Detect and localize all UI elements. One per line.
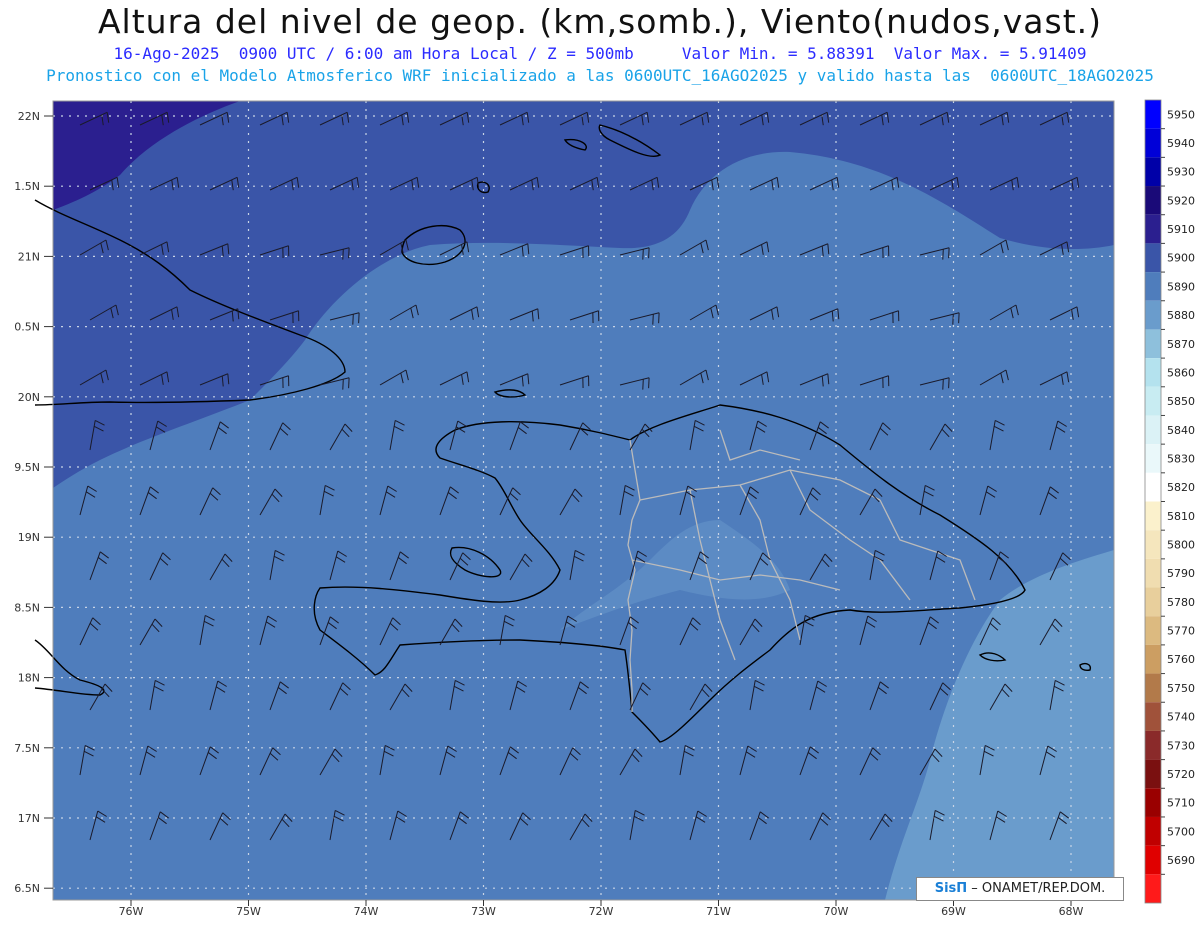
lat-label: 6.5N xyxy=(14,882,40,895)
colorbar-label: 5880 xyxy=(1167,309,1195,322)
lon-label: 69W xyxy=(941,905,966,918)
lat-label: 19N xyxy=(18,531,40,544)
colorbar-swatch xyxy=(1145,472,1161,502)
colorbar-label: 5750 xyxy=(1167,682,1195,695)
colorbar-swatch xyxy=(1145,300,1161,330)
colorbar-swatch xyxy=(1145,816,1161,846)
colorbar-label: 5800 xyxy=(1167,539,1195,552)
colorbar-swatch xyxy=(1145,587,1161,617)
colorbar-swatch xyxy=(1145,415,1161,445)
colorbar-swatch xyxy=(1145,444,1161,473)
colorbar-label: 5760 xyxy=(1167,653,1195,666)
colorbar-swatch xyxy=(1145,329,1161,359)
geopotential-field xyxy=(53,101,1114,900)
colorbar-swatch xyxy=(1145,845,1161,875)
colorbar-label: 5890 xyxy=(1167,280,1195,293)
colorbar-label: 5780 xyxy=(1167,596,1195,609)
colorbar-label: 5740 xyxy=(1167,711,1195,724)
lon-label: 71W xyxy=(706,905,731,918)
colorbar-label: 5900 xyxy=(1167,252,1195,265)
colorbar-swatch xyxy=(1145,673,1161,703)
colorbar-label: 5790 xyxy=(1167,567,1195,580)
colorbar-swatch xyxy=(1145,501,1161,531)
colorbar-swatch xyxy=(1145,272,1161,301)
credit-box: SisΠ – ONAMET/REP.DOM. xyxy=(916,877,1124,901)
lon-label: 75W xyxy=(236,905,261,918)
lat-label: 1.5N xyxy=(14,180,40,193)
colorbar-swatch xyxy=(1145,157,1161,187)
colorbar-label: 5940 xyxy=(1167,137,1195,150)
colorbar-label: 5730 xyxy=(1167,739,1195,752)
lon-label: 74W xyxy=(354,905,379,918)
colorbar-swatch xyxy=(1145,358,1161,387)
latitude-labels: 22N 1.5N 21N 0.5N 20N 9.5N 19N 8.5N 18N 7.5N 17N 6.… xyxy=(14,110,53,895)
colorbar-label: 5850 xyxy=(1167,395,1195,408)
colorbar-swatch xyxy=(1145,788,1161,817)
lat-label: 21N xyxy=(18,250,40,263)
longitude-labels: 76W 75W 74W 73W 72W 71W 70W 69W 68W xyxy=(119,900,1084,918)
lon-label: 76W xyxy=(119,905,144,918)
colorbar-label: 5930 xyxy=(1167,166,1195,179)
colorbar-swatch xyxy=(1145,730,1161,760)
colorbar-swatch xyxy=(1145,558,1161,588)
colorbar-label: 5860 xyxy=(1167,366,1195,379)
colorbar-label: 5690 xyxy=(1167,854,1195,867)
colorbar-swatch xyxy=(1145,874,1161,903)
lon-label: 73W xyxy=(471,905,496,918)
colorbar-swatch xyxy=(1145,702,1161,731)
colorbar-swatch xyxy=(1145,243,1161,273)
colorbar-label: 5810 xyxy=(1167,510,1195,523)
colorbar-swatch xyxy=(1145,644,1161,674)
colorbar-label: 5950 xyxy=(1167,108,1195,121)
credit-brand: SisΠ xyxy=(934,881,968,896)
lon-label: 68W xyxy=(1059,905,1084,918)
colorbar-label: 5830 xyxy=(1167,452,1195,465)
lat-label: 18N xyxy=(18,672,40,685)
lat-label: 22N xyxy=(18,110,40,123)
colorbar-label: 5870 xyxy=(1167,338,1195,351)
lat-label: 20N xyxy=(18,391,40,404)
colorbar-swatch xyxy=(1145,386,1161,416)
colorbar-swatch xyxy=(1145,128,1161,158)
lat-label: 9.5N xyxy=(14,461,40,474)
lat-label: 8.5N xyxy=(14,601,40,614)
colorbar-swatch xyxy=(1145,100,1161,129)
colorbar-label: 5700 xyxy=(1167,825,1195,838)
lon-label: 72W xyxy=(589,905,614,918)
colorbar-label: 5710 xyxy=(1167,797,1195,810)
colorbar-swatch xyxy=(1145,530,1161,559)
colorbar-label: 5840 xyxy=(1167,424,1195,437)
colorbar-label: 5820 xyxy=(1167,481,1195,494)
colorbar-label: 5920 xyxy=(1167,194,1195,207)
colorbar-label: 5720 xyxy=(1167,768,1195,781)
lon-label: 70W xyxy=(824,905,849,918)
colorbar-label: 5770 xyxy=(1167,625,1195,638)
colorbar: 5950 5940 5930 5920 5910 5900 5890 5880 5870 5860… xyxy=(1144,99,1195,904)
lat-label: 0.5N xyxy=(14,321,40,334)
colorbar-swatch xyxy=(1145,214,1161,244)
colorbar-swatch xyxy=(1145,759,1161,789)
lat-label: 17N xyxy=(18,812,40,825)
colorbar-swatch xyxy=(1145,186,1161,215)
colorbar-label: 5910 xyxy=(1167,223,1195,236)
credit-text: – ONAMET/REP.DOM. xyxy=(967,881,1106,896)
lat-label: 7.5N xyxy=(14,742,40,755)
map-figure: 22N 1.5N 21N 0.5N 20N 9.5N 19N 8.5N 18N 7.5N 17N 6.… xyxy=(14,99,1195,918)
colorbar-swatch xyxy=(1145,616,1161,645)
